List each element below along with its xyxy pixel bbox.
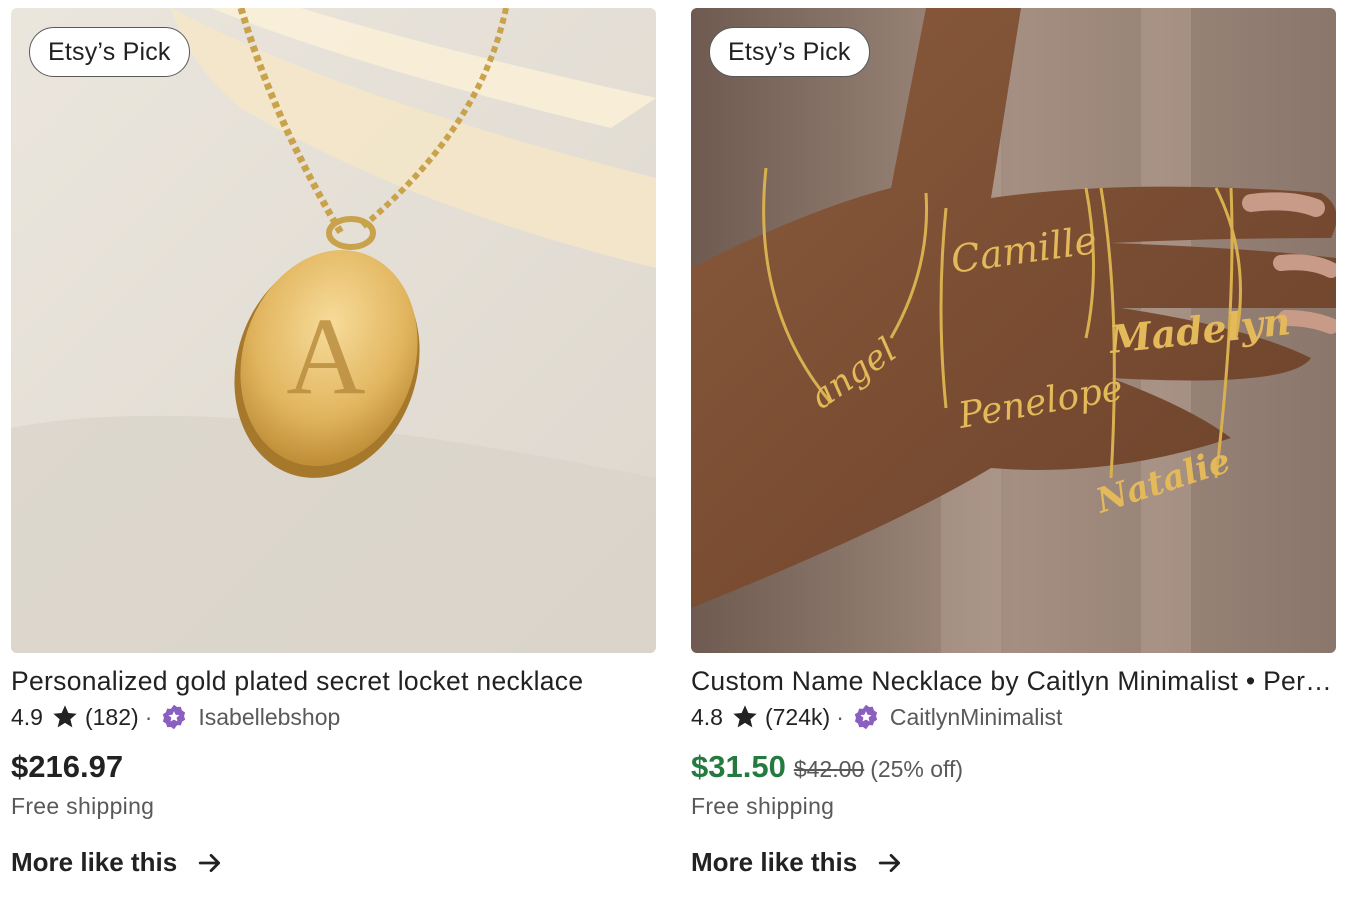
- listing-card[interactable]: Camille angel Madelyn Penelope Natalie E…: [691, 8, 1336, 878]
- star-icon: [733, 705, 757, 728]
- price-row: $31.50 $42.00 (25% off): [691, 749, 1336, 787]
- listing-grid: A Etsy’s Pick Personalized gold plated s…: [0, 0, 1348, 900]
- shipping-label: Free shipping: [691, 793, 835, 819]
- star-icon: [53, 705, 77, 728]
- locket-engraving: A: [286, 295, 365, 417]
- listing-title[interactable]: Personalized gold plated secret locket n…: [11, 663, 656, 699]
- meta-separator: ·: [144, 703, 153, 730]
- more-like-this-label: More like this: [11, 847, 178, 877]
- discount-label: (25% off): [870, 756, 964, 782]
- name-necklace-photo: Camille angel Madelyn Penelope Natalie: [691, 8, 1336, 653]
- locket-photo: A: [11, 8, 656, 653]
- etsys-pick-badge: Etsy’s Pick: [709, 27, 870, 77]
- rating-value: 4.8: [691, 703, 723, 730]
- shop-name[interactable]: CaitlynMinimalist: [890, 704, 1063, 731]
- shop-name[interactable]: Isabellebshop: [198, 704, 340, 731]
- listing-meta: 4.9 (182) · Isabellebshop: [11, 701, 656, 733]
- shipping-label: Free shipping: [11, 793, 155, 819]
- arrow-right-icon: [198, 853, 221, 872]
- price-row: $216.97: [11, 749, 656, 787]
- star-seller-icon: [163, 704, 186, 730]
- listing-card[interactable]: A Etsy’s Pick Personalized gold plated s…: [11, 8, 656, 878]
- listing-title[interactable]: Custom Name Necklace by Caitlyn Minimali…: [691, 663, 1336, 699]
- listing-meta: 4.8 (724k) · CaitlynMinimalist: [691, 701, 1336, 733]
- meta-separator: ·: [836, 703, 844, 730]
- rating-value: 4.9: [11, 703, 43, 730]
- review-count: (182): [84, 703, 139, 730]
- etsys-pick-badge: Etsy’s Pick: [29, 27, 190, 77]
- more-like-this-button[interactable]: More like this: [691, 847, 903, 878]
- more-like-this-label: More like this: [691, 847, 858, 877]
- more-like-this-button[interactable]: More like this: [11, 847, 223, 878]
- listing-image[interactable]: Camille angel Madelyn Penelope Natalie E…: [691, 8, 1336, 653]
- review-count: (724k): [764, 703, 831, 730]
- listing-image[interactable]: A Etsy’s Pick: [11, 8, 656, 653]
- price: $216.97: [11, 749, 124, 784]
- star-seller-icon: [854, 704, 878, 730]
- arrow-right-icon: [878, 853, 901, 872]
- sale-price: $31.50: [691, 749, 786, 784]
- original-price: $42.00: [793, 756, 865, 782]
